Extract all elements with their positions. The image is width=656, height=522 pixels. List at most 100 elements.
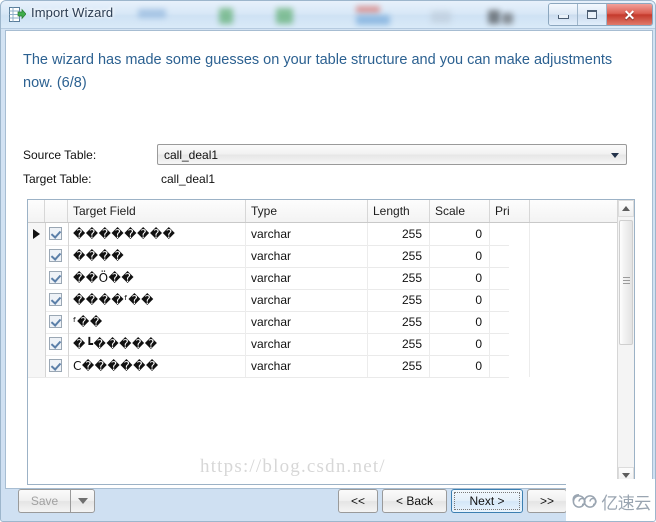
close-button[interactable]: ✕ [607, 4, 652, 25]
row-checkbox-cell[interactable] [45, 355, 69, 377]
row-checkbox-cell[interactable] [45, 333, 69, 355]
cell-scale[interactable]: 0 [430, 311, 490, 333]
cell-primary-key[interactable] [490, 355, 530, 377]
cell-length[interactable]: 255 [368, 223, 430, 245]
back-button[interactable]: < Back [382, 489, 447, 513]
row-checkbox-cell[interactable] [45, 267, 69, 289]
minimize-icon [557, 15, 569, 19]
scroll-up-button[interactable] [618, 200, 634, 217]
cell-target-field[interactable]: C������ [68, 355, 246, 377]
checkbox-checked-icon[interactable] [49, 249, 62, 262]
scrollbar-thumb[interactable] [619, 220, 633, 345]
checkbox-checked-icon[interactable] [49, 359, 62, 372]
cell-length[interactable]: 255 [368, 267, 430, 289]
cell-target-field[interactable]: �┗����� [68, 333, 246, 355]
cell-primary-key[interactable] [490, 289, 530, 311]
cell-primary-key[interactable] [490, 223, 530, 245]
caret-down-icon [622, 473, 630, 478]
grid-header-row: Target Field Type Length Scale Pri [28, 200, 617, 223]
cell-type[interactable]: varchar [246, 267, 368, 289]
background-blur-icon [502, 13, 513, 24]
cell-type[interactable]: varchar [246, 311, 368, 333]
last-page-button[interactable]: >> [527, 489, 567, 513]
cell-target-field[interactable]: �������� [68, 223, 246, 245]
cell-target-field[interactable]: ����ᶠ�� [68, 289, 246, 311]
cell-primary-key[interactable] [490, 333, 530, 355]
grid-corner-cell [28, 200, 45, 222]
row-checkbox-cell[interactable] [45, 245, 69, 267]
save-button[interactable]: Save [18, 489, 70, 513]
row-checkbox-cell[interactable] [45, 223, 69, 245]
cell-target-field[interactable]: ��Ö�� [68, 267, 246, 289]
next-button-label: Next > [454, 492, 520, 510]
column-header-target-field[interactable]: Target Field [68, 200, 246, 222]
cell-scale[interactable]: 0 [430, 245, 490, 267]
checkbox-checked-icon[interactable] [49, 315, 62, 328]
row-selector[interactable] [28, 289, 46, 311]
row-selector[interactable] [28, 311, 46, 333]
first-page-button[interactable]: << [338, 489, 378, 513]
dialog-footer: Save << < Back Next > >> [5, 489, 653, 519]
table-row[interactable]: ���� varchar 255 0 [28, 245, 530, 268]
source-table-select[interactable]: call_deal1 [157, 144, 627, 165]
cell-type[interactable]: varchar [246, 289, 368, 311]
maximize-icon [587, 10, 597, 19]
row-selector[interactable] [28, 223, 46, 245]
row-checkbox-cell[interactable] [45, 311, 69, 333]
cell-primary-key[interactable] [490, 267, 530, 289]
row-selector[interactable] [28, 245, 46, 267]
cell-type[interactable]: varchar [246, 223, 368, 245]
next-button[interactable]: Next > [451, 489, 523, 513]
column-header-primary-key[interactable]: Pri [490, 200, 530, 222]
table-row[interactable]: ����ᶠ�� varchar 255 0 [28, 289, 530, 312]
cell-scale[interactable]: 0 [430, 267, 490, 289]
background-blur-icon [356, 15, 390, 25]
checkbox-checked-icon[interactable] [49, 227, 62, 240]
cell-primary-key[interactable] [490, 245, 530, 267]
grid-vertical-scrollbar[interactable] [617, 200, 634, 484]
column-header-type[interactable]: Type [246, 200, 368, 222]
table-row[interactable]: ��Ö�� varchar 255 0 [28, 267, 530, 290]
maximize-button[interactable] [578, 4, 607, 25]
background-blur-icon [356, 6, 380, 13]
row-selector[interactable] [28, 355, 46, 377]
save-dropdown-button[interactable] [70, 489, 95, 513]
cell-scale[interactable]: 0 [430, 289, 490, 311]
cell-type[interactable]: varchar [246, 355, 368, 377]
row-selector[interactable] [28, 267, 46, 289]
cell-length[interactable]: 255 [368, 333, 430, 355]
column-header-length[interactable]: Length [368, 200, 430, 222]
cell-scale[interactable]: 0 [430, 355, 490, 377]
checkbox-checked-icon[interactable] [49, 293, 62, 306]
cell-primary-key[interactable] [490, 311, 530, 333]
table-row[interactable]: ᶠ�� varchar 255 0 [28, 311, 530, 334]
checkbox-checked-icon[interactable] [49, 271, 62, 284]
cell-target-field[interactable]: ᶠ�� [68, 311, 246, 333]
source-table-value: call_deal1 [164, 148, 219, 162]
cell-scale[interactable]: 0 [430, 223, 490, 245]
cell-length[interactable]: 255 [368, 245, 430, 267]
minimize-button[interactable] [549, 4, 578, 25]
background-blur-icon [431, 11, 451, 23]
window-title: Import Wizard [31, 5, 114, 20]
table-row[interactable]: �┗����� varchar 255 0 [28, 333, 530, 356]
cell-type[interactable]: varchar [246, 333, 368, 355]
cell-type[interactable]: varchar [246, 245, 368, 267]
cell-scale[interactable]: 0 [430, 333, 490, 355]
cell-length[interactable]: 255 [368, 289, 430, 311]
table-row[interactable]: C������ varchar 255 0 [28, 355, 530, 378]
checkbox-checked-icon[interactable] [49, 337, 62, 350]
cell-length[interactable]: 255 [368, 311, 430, 333]
cell-target-field[interactable]: ���� [68, 245, 246, 267]
cloud-glasses-icon [572, 494, 597, 508]
row-selector[interactable] [28, 333, 46, 355]
column-header-scale[interactable]: Scale [430, 200, 490, 222]
cell-length[interactable]: 255 [368, 355, 430, 377]
row-checkbox-cell[interactable] [45, 289, 69, 311]
close-icon: ✕ [623, 6, 636, 23]
table-row[interactable]: �������� varchar 255 0 [28, 223, 530, 246]
logo-text: 亿速云 [601, 493, 651, 514]
caret-up-icon [622, 206, 630, 211]
background-blur-icon [138, 9, 166, 18]
background-blur-icon [276, 8, 293, 24]
